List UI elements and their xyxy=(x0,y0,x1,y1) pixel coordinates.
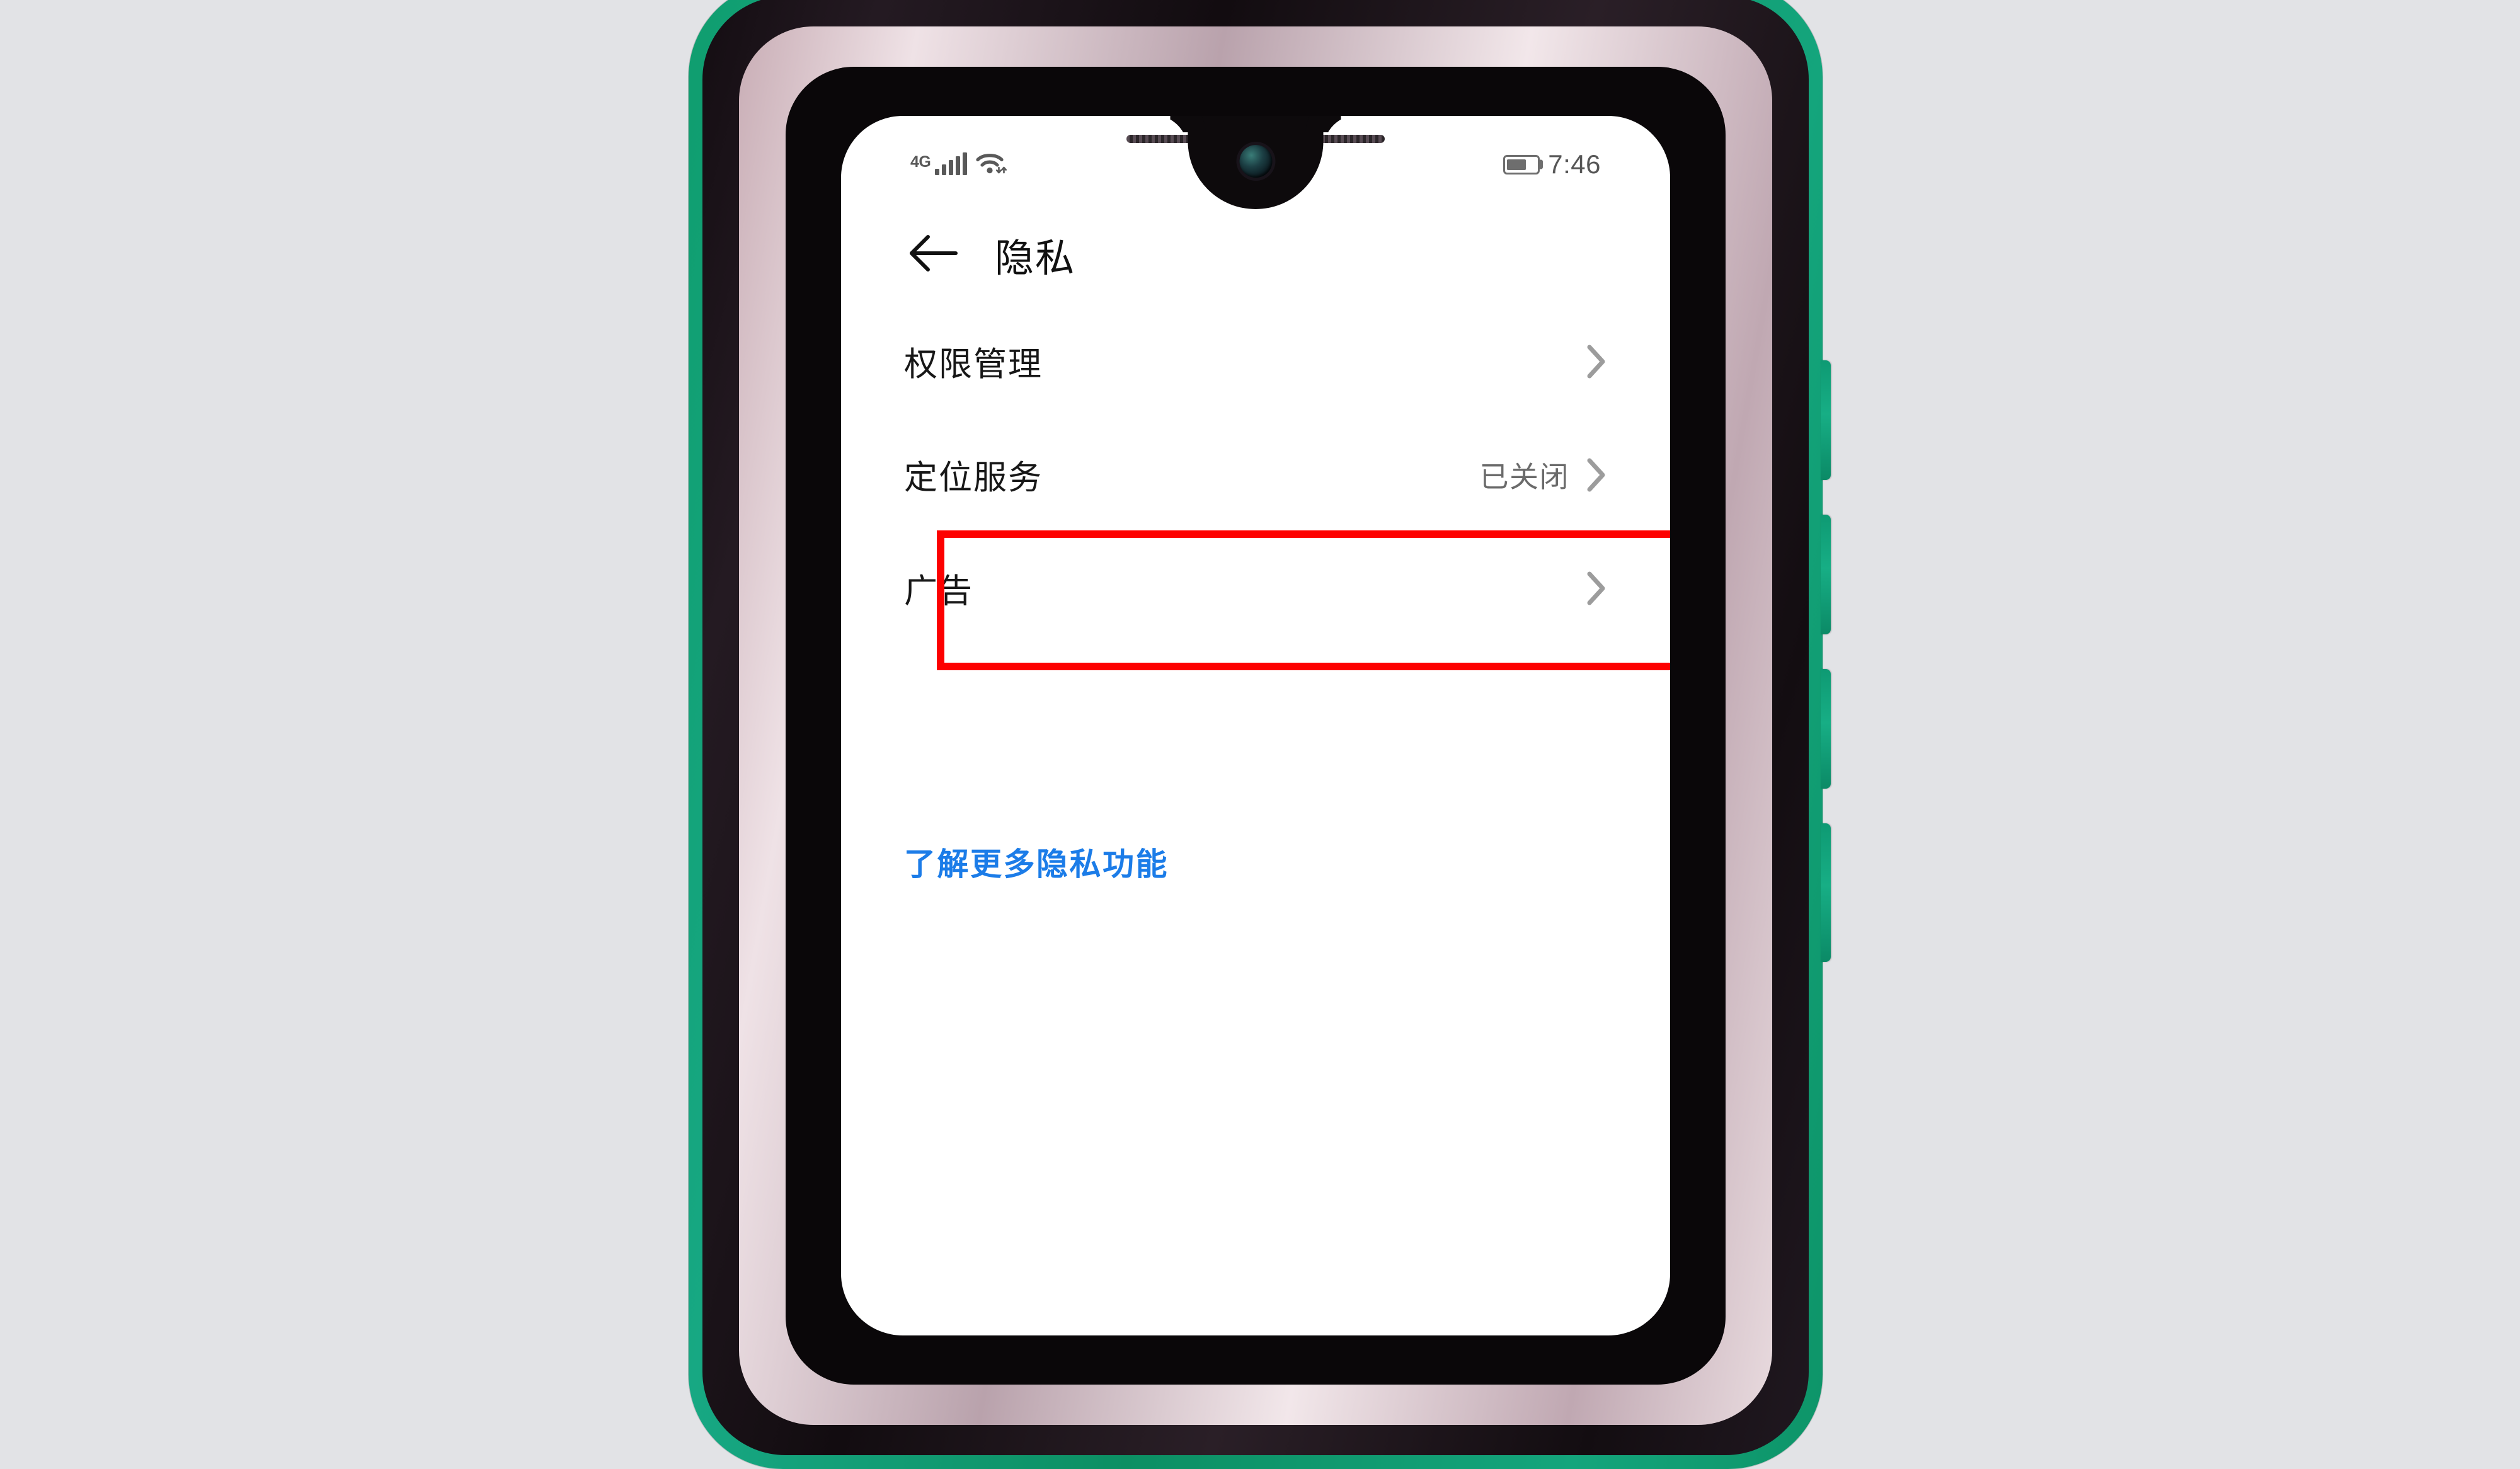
row-accessory xyxy=(1569,344,1607,379)
status-bar-right: 7:46 xyxy=(1503,149,1601,180)
volume-up-button[interactable] xyxy=(1821,515,1831,634)
network-type-label: 4G xyxy=(910,152,931,171)
back-arrow-icon xyxy=(907,231,959,278)
settings-row-location-services[interactable]: 定位服务 已关闭 xyxy=(841,418,1670,532)
row-label: 定位服务 xyxy=(904,459,1043,496)
phone-device: 4G 7:46 隐私 权限管理 定位服务 已关闭 广告 了解更多隐私功能 xyxy=(689,0,1831,1469)
settings-row-advertising[interactable]: 广告 xyxy=(841,532,1670,645)
status-bar-left: 4G xyxy=(910,151,1009,179)
chevron-right-icon xyxy=(1586,344,1607,379)
volume-down-button[interactable] xyxy=(1821,669,1831,789)
row-label: 权限管理 xyxy=(904,346,1043,383)
signal-bars-icon xyxy=(935,152,968,175)
row-status-value: 已关闭 xyxy=(1479,460,1569,493)
row-accessory: 已关闭 xyxy=(1480,454,1608,496)
back-button[interactable] xyxy=(903,224,963,285)
phone-rim-highlight: 4G 7:46 隐私 权限管理 定位服务 已关闭 广告 了解更多隐私功能 xyxy=(739,26,1772,1425)
power-button[interactable] xyxy=(1821,360,1831,480)
wifi-icon xyxy=(975,151,1009,179)
row-accessory xyxy=(1569,571,1607,606)
chevron-right-icon xyxy=(1586,571,1607,606)
battery-icon xyxy=(1503,154,1544,174)
clock-label: 7:46 xyxy=(1548,149,1601,179)
status-bar: 4G 7:46 xyxy=(841,142,1670,186)
row-label: 广告 xyxy=(904,573,973,610)
phone-bezel: 4G 7:46 隐私 权限管理 定位服务 已关闭 广告 了解更多隐私功能 xyxy=(702,0,1809,1455)
settings-list: 权限管理 定位服务 已关闭 广告 了解更多隐私功能 xyxy=(841,305,1670,882)
learn-more-privacy-link[interactable]: 了解更多隐私功能 xyxy=(904,839,1169,884)
settings-row-permission-management[interactable]: 权限管理 xyxy=(841,305,1670,418)
app-header: 隐私 xyxy=(841,214,1670,295)
phone-screen: 4G 7:46 隐私 权限管理 定位服务 已关闭 广告 了解更多隐私功能 xyxy=(841,116,1670,1335)
page-title: 隐私 xyxy=(995,237,1076,280)
extra-side-button[interactable] xyxy=(1821,823,1831,962)
chevron-right-icon xyxy=(1586,457,1607,493)
phone-inner-bezel: 4G 7:46 隐私 权限管理 定位服务 已关闭 广告 了解更多隐私功能 xyxy=(786,67,1726,1385)
